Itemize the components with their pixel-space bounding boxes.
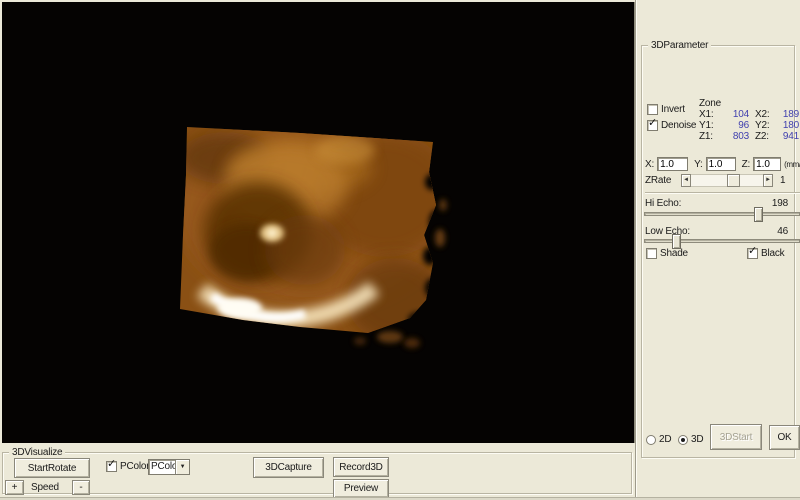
zone-z1-label: Z1: (699, 132, 719, 142)
zone-x2-value: 189 (771, 110, 799, 120)
scale-row: X: Y: Z: (mm/p) (645, 156, 800, 172)
mode-3d-radio-circle[interactable] (678, 435, 688, 445)
hi-echo-slider[interactable] (644, 212, 800, 216)
pcolor-checkbox-box[interactable]: ✓ (106, 461, 117, 472)
scroll-left-icon[interactable]: ◄ (681, 174, 691, 187)
check-icon: ✓ (648, 118, 657, 129)
zone-x2-label: X2: (749, 110, 771, 120)
zrate-label: ZRate (645, 175, 671, 186)
zone-y2-label: Y2: (749, 121, 771, 131)
start-rotate-button[interactable]: StartRotate (14, 458, 90, 478)
zone-x1-label: X1: (699, 110, 719, 120)
invert-label: Invert (661, 104, 685, 115)
scale-unit-label: (mm/p) (784, 160, 800, 169)
zrate-track[interactable] (691, 174, 763, 187)
mode-2d-label: 2D (659, 434, 671, 445)
mode-2d-radio[interactable]: 2D (646, 434, 671, 445)
invert-checkbox[interactable]: Invert (647, 104, 685, 115)
render-viewport[interactable] (2, 2, 635, 443)
low-echo-value: 46 (777, 226, 788, 237)
speed-minus-button[interactable]: - (72, 480, 90, 495)
separator (645, 192, 800, 194)
record3d-button[interactable]: Record3D (333, 457, 389, 477)
check-icon: ✓ (107, 459, 116, 470)
low-echo-slider[interactable] (644, 239, 800, 243)
scale-z-input[interactable] (753, 157, 781, 171)
pcolor-combobox[interactable]: PColor ▼ (148, 459, 190, 475)
ultrasound-render (2, 2, 635, 443)
hi-echo-label: Hi Echo: (645, 198, 681, 209)
scale-x-label: X: (645, 159, 654, 170)
pcolor-checkbox[interactable]: ✓ PColor (106, 461, 149, 472)
hi-echo-thumb[interactable] (754, 207, 763, 222)
denoise-checkbox-box[interactable]: ✓ (647, 120, 658, 131)
zrate-scrollbar[interactable]: ◄ ► (681, 174, 773, 187)
parameter-group-title: 3DParameter (648, 40, 711, 51)
denoise-label: Denoise (661, 120, 696, 131)
pcolor-label: PColor (120, 461, 149, 472)
black-checkbox[interactable]: ✓ Black (747, 248, 784, 259)
zone-z2-label: Z2: (749, 132, 771, 142)
shade-label: Shade (660, 248, 688, 259)
hi-echo-value: 198 (772, 198, 788, 209)
mode-3d-label: 3D (691, 434, 703, 445)
3dcapture-button[interactable]: 3DCapture (253, 457, 324, 478)
chevron-down-icon[interactable]: ▼ (175, 460, 189, 474)
low-echo-thumb[interactable] (672, 234, 681, 249)
radio-dot (681, 438, 685, 442)
visualize-panel: 3DVisualize StartRotate + Speed - ✓ PCol… (0, 443, 635, 500)
check-icon: ✓ (748, 246, 757, 257)
shade-checkbox-box[interactable] (646, 248, 657, 259)
black-label: Black (761, 248, 784, 259)
mode-2d-radio-circle[interactable] (646, 435, 656, 445)
scale-y-label: Y: (694, 159, 703, 170)
preview-button[interactable]: Preview (333, 479, 389, 498)
low-echo-label: Low Echo: (645, 226, 690, 237)
shade-checkbox[interactable]: Shade (646, 248, 688, 259)
zone-values: X1: 104 X2: 189 Y1: 96 Y2: 180 Z1: 803 Z… (699, 110, 799, 142)
scale-x-input[interactable] (657, 157, 688, 171)
zone-z1-value: 803 (719, 132, 749, 142)
zone-z2-value: 941 (771, 132, 799, 142)
zone-y2-value: 180 (771, 121, 799, 131)
parameter-panel: 3DParameter Invert ✓ Denoise Zone X1: 10… (637, 0, 800, 500)
speed-label: Speed (31, 482, 59, 493)
scale-z-label: Z: (742, 159, 751, 170)
invert-checkbox-box[interactable] (647, 104, 658, 115)
black-checkbox-box[interactable]: ✓ (747, 248, 758, 259)
zone-x1-value: 104 (719, 110, 749, 120)
speed-plus-button[interactable]: + (5, 480, 24, 495)
scale-y-input[interactable] (706, 157, 736, 171)
pcolor-combo-value: PColor (149, 460, 175, 474)
zone-y1-label: Y1: (699, 121, 719, 131)
visualize-group-title: 3DVisualize (9, 447, 65, 458)
zrate-thumb[interactable] (727, 174, 740, 187)
zone-y1-value: 96 (719, 121, 749, 131)
scroll-right-icon[interactable]: ► (763, 174, 773, 187)
denoise-checkbox[interactable]: ✓ Denoise (647, 120, 696, 131)
ok-button[interactable]: OK (769, 425, 800, 450)
mode-3d-radio[interactable]: 3D (678, 434, 703, 445)
3dstart-button[interactable]: 3DStart (710, 424, 762, 450)
parameter-groupbox: 3DParameter Invert ✓ Denoise Zone X1: 10… (641, 45, 795, 458)
zrate-value: 1 (780, 175, 785, 186)
visualize-groupbox: 3DVisualize StartRotate + Speed - ✓ PCol… (2, 452, 632, 494)
zone-label: Zone (699, 98, 721, 109)
